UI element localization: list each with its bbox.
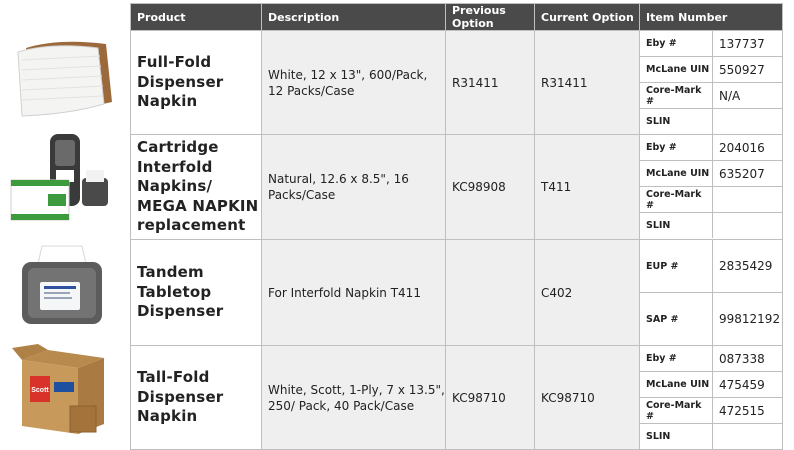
current-option: KC98710 bbox=[534, 345, 640, 450]
product-name: Tandem Tabletop Dispenser bbox=[130, 239, 262, 346]
header-product: Product bbox=[130, 3, 262, 31]
full-fold-napkin-image bbox=[8, 34, 116, 118]
item-value bbox=[713, 424, 783, 450]
item-label: Eby # bbox=[640, 135, 713, 161]
product-name: Cartridge Interfold Napkins/ MEGA NAPKIN… bbox=[130, 134, 262, 240]
item-label: SLIN bbox=[640, 423, 713, 449]
item-value bbox=[713, 213, 783, 239]
header-previous-option: Previous Option bbox=[445, 3, 535, 31]
item-value bbox=[712, 186, 782, 213]
product-description: For Interfold Napkin T411 bbox=[261, 239, 446, 346]
item-value: 475459 bbox=[712, 371, 782, 398]
product-description: Natural, 12.6 x 8.5", 16 Packs/Case bbox=[261, 134, 446, 240]
current-option: R31411 bbox=[534, 30, 640, 135]
product-description: White, Scott, 1-Ply, 7 x 13.5", 250/ Pac… bbox=[261, 345, 446, 450]
product-description: White, 12 x 13", 600/Pack, 12 Packs/Case bbox=[261, 30, 446, 135]
item-numbers: EUP #2835429 SAP # 99812192 bbox=[639, 239, 783, 346]
product-image-column: Scott bbox=[0, 0, 128, 448]
item-label: EUP # bbox=[640, 240, 713, 293]
header-current-option: Current Option bbox=[534, 3, 640, 31]
product-name: Full-Fold Dispenser Napkin bbox=[130, 30, 262, 135]
item-value: 2835429 bbox=[712, 240, 782, 293]
item-label: Eby # bbox=[640, 31, 713, 57]
item-value: 087338 bbox=[712, 346, 782, 372]
item-label: McLane UIN bbox=[640, 56, 713, 83]
product-name: Tall-Fold Dispenser Napkin bbox=[130, 345, 262, 450]
table-row: Tall-Fold Dispenser Napkin White, Scott,… bbox=[130, 345, 783, 450]
item-value: 550927 bbox=[712, 56, 782, 83]
scott-logo: Scott bbox=[31, 387, 49, 394]
item-value: 204016 bbox=[712, 135, 782, 161]
item-label: McLane UIN bbox=[640, 371, 713, 398]
table-row: Tandem Tabletop Dispenser For Interfold … bbox=[130, 239, 783, 346]
item-label: SLIN bbox=[640, 212, 713, 238]
item-label: SLIN bbox=[640, 108, 713, 134]
item-value: 472515 bbox=[712, 397, 782, 424]
item-value: 99812192 bbox=[719, 312, 781, 326]
previous-option: KC98908 bbox=[445, 134, 535, 240]
cartridge-napkin-image bbox=[8, 130, 116, 228]
current-option: T411 bbox=[534, 134, 640, 240]
table-header-row: Product Description Previous Option Curr… bbox=[130, 3, 783, 31]
header-item-number: Item Number bbox=[639, 3, 783, 31]
previous-option bbox=[445, 239, 535, 346]
item-numbers: Eby #137737 McLane UIN 550927 Core-Mark #… bbox=[639, 30, 783, 135]
item-value: 635207 bbox=[712, 160, 782, 187]
item-label: Eby # bbox=[640, 346, 713, 372]
item-numbers: Eby #087338 McLane UIN 475459 Core-Mark #… bbox=[639, 345, 783, 450]
previous-option: R31411 bbox=[445, 30, 535, 135]
table-row: Cartridge Interfold Napkins/ MEGA NAPKIN… bbox=[130, 134, 783, 240]
item-label: Core-Mark # bbox=[640, 397, 713, 424]
item-value bbox=[713, 109, 783, 135]
item-label: McLane UIN bbox=[640, 160, 713, 187]
item-label: Core-Mark # bbox=[640, 186, 713, 213]
item-value: 137737 bbox=[712, 31, 782, 57]
previous-option: KC98710 bbox=[445, 345, 535, 450]
product-table: Product Description Previous Option Curr… bbox=[130, 3, 783, 450]
tandem-dispenser-image bbox=[8, 242, 116, 328]
item-label: Core-Mark # bbox=[640, 82, 713, 109]
item-value: N/A bbox=[712, 82, 782, 109]
item-label: SAP # bbox=[640, 292, 713, 345]
header-description: Description bbox=[261, 3, 446, 31]
table-row: Full-Fold Dispenser Napkin White, 12 x 1… bbox=[130, 30, 783, 135]
current-option: C402 bbox=[534, 239, 640, 346]
tall-fold-napkin-image: Scott bbox=[8, 342, 116, 442]
item-numbers: Eby #204016 McLane UIN 635207 Core-Mark #… bbox=[639, 134, 783, 240]
